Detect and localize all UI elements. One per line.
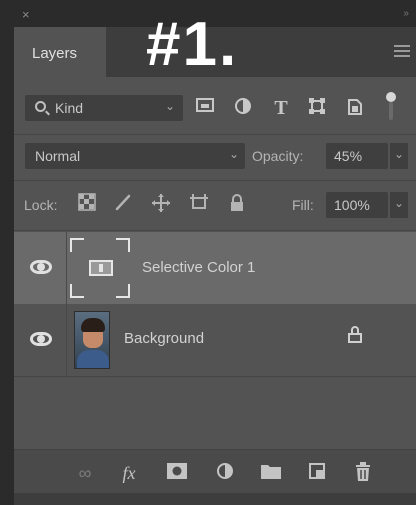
smart-object-filter-icon[interactable] [344,97,366,119]
lock-transparent-pixels-icon[interactable] [76,193,98,215]
lock-position-icon[interactable] [150,193,172,215]
panel-bottom-edge [14,493,416,505]
blend-mode-value: Normal [35,148,81,164]
shape-layer-filter-icon[interactable] [306,97,328,119]
add-mask-icon[interactable] [166,462,188,484]
row-separator [66,232,67,304]
pixel-layer-filter-icon[interactable] [194,97,216,119]
layer-row-background[interactable]: Background [14,304,416,376]
search-icon [35,101,46,112]
row-separator [66,304,67,376]
type-layer-filter-icon[interactable]: T [270,97,292,119]
divider [14,230,416,231]
lock-label: Lock: [24,197,58,213]
photo-thumbnail[interactable] [74,311,110,369]
delete-layer-icon[interactable] [352,462,374,484]
lock-image-pixels-icon[interactable] [112,193,134,215]
layer-name[interactable]: Background [124,330,204,347]
lock-all-icon[interactable] [226,193,248,215]
new-layer-icon[interactable] [306,462,328,484]
layers-footer-toolbar: ∞ fx [14,449,416,493]
chevron-down-icon: ⌄ [394,196,405,210]
adjustment-thumbnail[interactable] [70,238,130,298]
filter-toggle-switch[interactable] [386,92,396,122]
adjustment-layer-filter-icon[interactable] [232,97,254,119]
link-layers-icon[interactable]: ∞ [74,462,96,484]
visibility-eye-icon[interactable] [30,332,52,346]
layer-row-selective-color[interactable]: Selective Color 1 [14,232,416,304]
layer-name[interactable]: Selective Color 1 [142,259,255,276]
blend-mode-dropdown[interactable]: Normal ⌄ [25,143,245,169]
fill-label: Fill: [292,197,314,213]
toggle-track [389,102,393,120]
chevron-down-icon: ⌄ [164,99,175,113]
lock-icon[interactable] [348,326,362,343]
chevron-down-icon: ⌄ [228,147,239,161]
fill-dropdown-button[interactable]: ⌄ [390,192,408,218]
chevron-down-icon: ⌄ [394,147,405,161]
new-group-icon[interactable] [260,462,282,484]
tab-layers[interactable]: Layers [14,27,106,77]
opacity-input[interactable]: 45% [326,143,388,169]
new-adjustment-layer-icon[interactable] [214,462,236,484]
collapse-panel-icon[interactable]: ›› [403,9,409,19]
visibility-eye-icon[interactable] [30,260,52,274]
divider [14,134,416,135]
selective-color-icon [89,260,113,276]
lock-artboard-icon[interactable] [188,193,210,215]
left-gutter [0,27,14,505]
step-number-overlay: #1. [146,10,239,79]
kind-filter-label: Kind [55,100,84,116]
opacity-label: Opacity: [252,148,304,164]
fx-icon[interactable]: fx [118,462,140,484]
divider [14,180,416,181]
hamburger-menu-icon[interactable] [394,45,410,59]
close-panel-icon[interactable]: × [22,8,30,21]
toggle-knob [386,92,396,102]
fill-input[interactable]: 100% [326,192,388,218]
opacity-dropdown-button[interactable]: ⌄ [390,143,408,169]
divider [14,376,416,377]
layers-panel: Layers Kind ⌄ T Normal ⌄ Opacity: 45% ⌄ … [14,27,416,505]
kind-filter-dropdown[interactable]: Kind ⌄ [25,95,183,121]
